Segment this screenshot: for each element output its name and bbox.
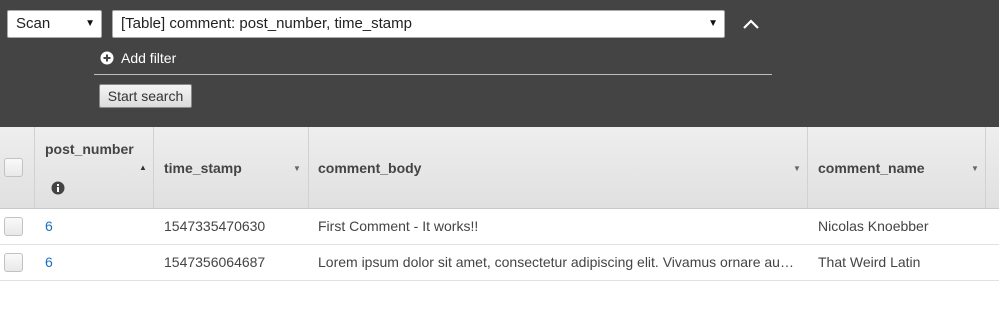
table-select-value: [Table] comment: post_number, time_stamp: [121, 15, 412, 32]
cell-post-number[interactable]: 6: [45, 245, 145, 280]
filter-divider: [94, 74, 772, 75]
add-filter-button[interactable]: Add filter: [100, 48, 176, 68]
column-label-comment-body: comment_body: [318, 160, 422, 176]
row-checkbox[interactable]: [4, 253, 23, 272]
scan-query-select[interactable]: Scan ▼: [7, 10, 102, 38]
sort-icon: ▼: [971, 164, 979, 173]
cell-comment-body: First Comment - It works!!: [318, 218, 479, 234]
column-header-time-stamp[interactable]: time_stamp ▼: [154, 127, 309, 208]
plus-circle-icon: [100, 51, 114, 65]
collapse-toolbar-button[interactable]: [738, 12, 764, 36]
add-filter-label: Add filter: [121, 50, 177, 66]
sort-icon: ▼: [293, 164, 301, 173]
column-header-comment-name[interactable]: comment_name ▼: [808, 127, 986, 208]
table-header: post_number ▲ time_stamp ▼ comment_body …: [0, 127, 999, 209]
table-row[interactable]: 6 1547335470630 First Comment - It works…: [0, 209, 999, 245]
start-search-button[interactable]: Start search: [99, 84, 192, 108]
column-header-comment-body[interactable]: comment_body ▼: [309, 127, 808, 208]
cell-comment-name: That Weird Latin: [818, 254, 921, 270]
column-label-comment-name: comment_name: [818, 160, 925, 176]
sort-ascending-icon: ▲: [139, 163, 147, 172]
select-all-checkbox[interactable]: [4, 158, 23, 177]
sort-icon: ▼: [793, 164, 801, 173]
cell-post-number[interactable]: 6: [45, 209, 145, 244]
dropdown-caret-icon: ▼: [708, 18, 718, 29]
cell-comment-name: Nicolas Knoebber: [818, 218, 929, 234]
query-toolbar: Scan ▼ [Table] comment: post_number, tim…: [0, 0, 999, 127]
row-checkbox[interactable]: [4, 217, 23, 236]
cell-comment-body: Lorem ipsum dolor sit amet, consectetur …: [318, 254, 794, 270]
cell-time-stamp: 1547356064687: [164, 254, 266, 270]
info-icon[interactable]: [51, 181, 65, 195]
chevron-up-icon: [743, 19, 759, 29]
table-index-select[interactable]: [Table] comment: post_number, time_stamp…: [112, 10, 725, 38]
table-row[interactable]: 6 1547356064687 Lorem ipsum dolor sit am…: [0, 245, 999, 281]
column-header-post-number[interactable]: post_number ▲: [35, 127, 154, 208]
cell-time-stamp: 1547335470630: [164, 218, 266, 234]
scan-select-value: Scan: [16, 15, 51, 32]
select-all-header: [0, 127, 35, 208]
dropdown-caret-icon: ▼: [85, 18, 95, 29]
column-label-time-stamp: time_stamp: [164, 160, 242, 176]
column-label-post-number: post_number: [45, 141, 134, 157]
